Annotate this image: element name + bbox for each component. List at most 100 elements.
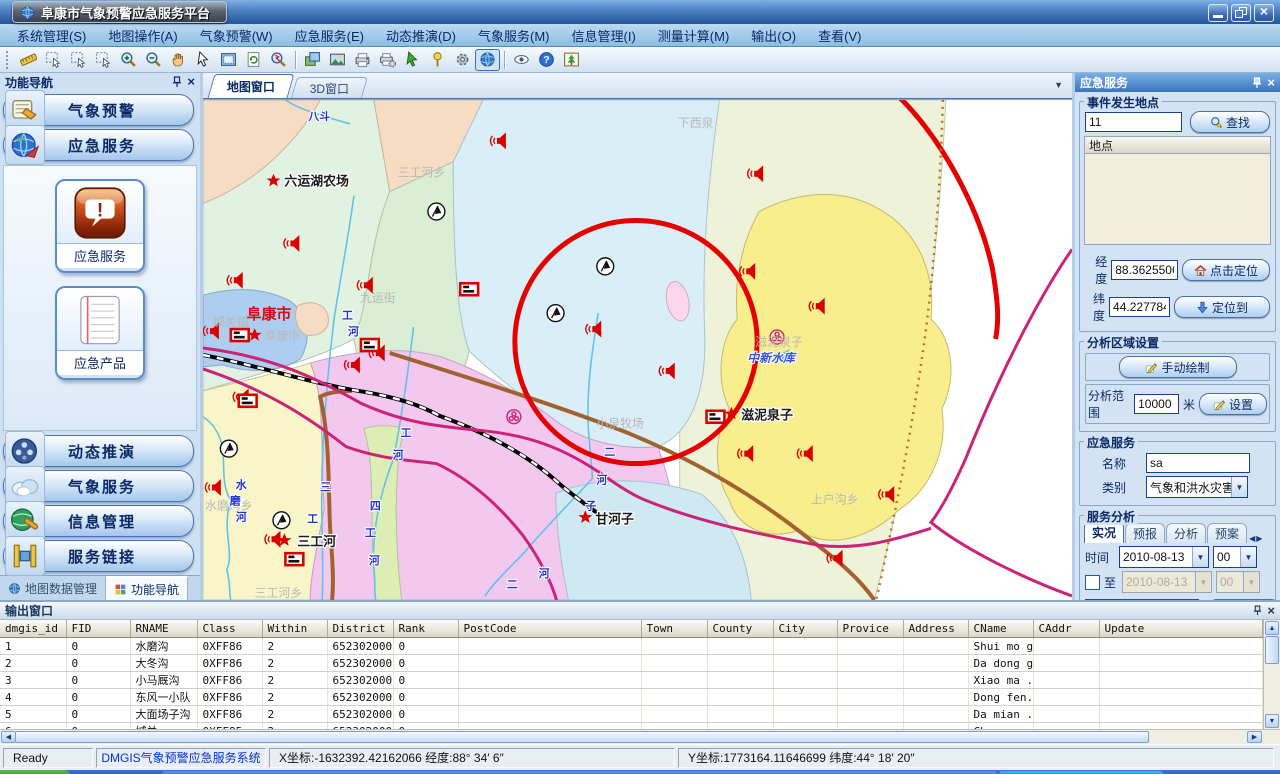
menu-item[interactable]: 气象服务(M) bbox=[467, 24, 561, 47]
help-tool[interactable] bbox=[534, 49, 559, 71]
station-marker[interactable] bbox=[428, 203, 445, 220]
minimize-button[interactable] bbox=[1208, 4, 1228, 22]
scrollbar-thumb[interactable] bbox=[15, 731, 1149, 743]
date-select[interactable]: 2010-08-13 ▼ bbox=[1119, 546, 1209, 568]
flag-marker[interactable] bbox=[285, 553, 303, 565]
table-row[interactable]: 20大冬沟0XFF8626523020000Da dong gou bbox=[0, 655, 1262, 672]
emergency-service-button[interactable]: 应急服务 bbox=[55, 179, 145, 273]
sidebar-item-weather-service[interactable]: 气象服务 bbox=[3, 470, 194, 502]
close-icon[interactable]: × bbox=[1267, 606, 1275, 616]
scroll-left-icon[interactable]: ◀ bbox=[1, 731, 16, 743]
pin-icon[interactable] bbox=[1252, 77, 1262, 89]
tab-分析[interactable]: 分析 bbox=[1166, 523, 1206, 543]
menu-item[interactable]: 查看(V) bbox=[807, 24, 872, 47]
table-row[interactable]: 40东风一小队0XFF8626523020000Dong fen... bbox=[0, 689, 1262, 706]
export-image-tool[interactable] bbox=[325, 49, 350, 71]
column-header-District[interactable]: District bbox=[327, 620, 393, 638]
close-icon[interactable]: × bbox=[1267, 78, 1275, 88]
element-listbox[interactable]: 降水空气温度 ▲ bbox=[1085, 599, 1199, 600]
sidebar-item-dynamic-deduction[interactable]: 动态推演 bbox=[3, 435, 194, 467]
search-button[interactable]: 查找 bbox=[1190, 111, 1270, 133]
column-header-FID[interactable]: FID bbox=[66, 620, 130, 638]
visibility-tool[interactable] bbox=[509, 49, 534, 71]
zoom-in-tool[interactable] bbox=[116, 49, 141, 71]
legend-tool[interactable] bbox=[559, 49, 584, 71]
chevron-down-icon[interactable]: ▼ bbox=[1240, 547, 1256, 567]
pin-icon[interactable] bbox=[1253, 605, 1262, 616]
column-header-RNAME[interactable]: RNAME bbox=[130, 620, 197, 638]
select-add-tool[interactable] bbox=[66, 49, 91, 71]
column-header-Update[interactable]: Update bbox=[1099, 620, 1262, 638]
full-extent-tool[interactable] bbox=[216, 49, 241, 71]
column-header-City[interactable]: City bbox=[773, 620, 837, 638]
tab-地图数据管理[interactable]: 地图数据管理 bbox=[0, 576, 106, 600]
select-tool[interactable] bbox=[41, 49, 66, 71]
location-list-header[interactable]: 地点 bbox=[1084, 136, 1271, 153]
identify-tool[interactable] bbox=[266, 49, 291, 71]
menu-item[interactable]: 信息管理(I) bbox=[561, 24, 647, 47]
longitude-field[interactable] bbox=[1111, 260, 1178, 280]
service-name-input[interactable] bbox=[1146, 453, 1250, 473]
layers-tool[interactable] bbox=[300, 49, 325, 71]
close-icon[interactable]: × bbox=[187, 77, 195, 87]
zoom-out-tool[interactable] bbox=[141, 49, 166, 71]
tab-3D窗口[interactable]: 3D窗口 bbox=[291, 77, 368, 98]
column-header-County[interactable]: County bbox=[707, 620, 773, 638]
tab-功能导航[interactable]: 功能导航 bbox=[106, 576, 188, 600]
globe-tool[interactable] bbox=[475, 49, 500, 71]
flag-marker[interactable] bbox=[460, 283, 478, 295]
tab-scroll-right-icon[interactable]: ▶ bbox=[1256, 534, 1262, 543]
scroll-down-icon[interactable]: ▼ bbox=[1265, 714, 1279, 728]
range-input[interactable] bbox=[1134, 394, 1179, 414]
flag-marker[interactable] bbox=[231, 329, 249, 341]
column-header-Class[interactable]: Class bbox=[197, 620, 262, 638]
service-type-select[interactable]: 气象和洪水灾害 ▼ bbox=[1146, 476, 1248, 498]
menu-item[interactable]: 测量计算(M) bbox=[647, 24, 741, 47]
tab-地图窗口[interactable]: 地图窗口 bbox=[208, 74, 295, 98]
close-button[interactable] bbox=[1254, 4, 1274, 22]
table-row[interactable]: 50大面场子沟0XFF8626523020000Da mian ... bbox=[0, 706, 1262, 723]
pointer-tool[interactable] bbox=[191, 49, 216, 71]
print-tool[interactable] bbox=[350, 49, 375, 71]
menu-item[interactable]: 系统管理(S) bbox=[6, 24, 97, 47]
print-setup-tool[interactable] bbox=[375, 49, 400, 71]
scroll-right-icon[interactable]: ▶ bbox=[1247, 731, 1262, 743]
column-header-Town[interactable]: Town bbox=[641, 620, 707, 638]
column-header-Within[interactable]: Within bbox=[262, 620, 327, 638]
tab-scroll-left-icon[interactable]: ◀ bbox=[1249, 534, 1255, 543]
analyze-button[interactable]: 分析 bbox=[1207, 599, 1280, 600]
manual-draw-button[interactable]: 手动绘制 bbox=[1119, 356, 1237, 378]
column-header-CAddr[interactable]: CAddr bbox=[1033, 620, 1099, 638]
column-header-Provice[interactable]: Provice bbox=[837, 620, 903, 638]
latitude-field[interactable] bbox=[1109, 297, 1170, 317]
sidebar-item-service-links[interactable]: 服务链接 bbox=[3, 540, 194, 572]
emergency-product-button[interactable]: 应急产品 bbox=[55, 286, 145, 380]
table-row[interactable]: 30小马厩沟0XFF8626523020000Xiao ma ... bbox=[0, 672, 1262, 689]
column-header-PostCode[interactable]: PostCode bbox=[458, 620, 641, 638]
column-header-Rank[interactable]: Rank bbox=[393, 620, 458, 638]
set-range-button[interactable]: 设置 bbox=[1199, 393, 1267, 415]
measure-tool[interactable] bbox=[16, 49, 41, 71]
sidebar-item-weather-warning[interactable]: 气象预警 bbox=[3, 94, 194, 126]
column-header-dmgis_id[interactable]: dmgis_id bbox=[0, 620, 66, 638]
sidebar-item-info-management[interactable]: 信息管理 bbox=[3, 505, 194, 537]
flag-marker[interactable] bbox=[361, 339, 379, 351]
menu-item[interactable]: 动态推演(D) bbox=[375, 24, 467, 47]
chevron-down-icon[interactable]: ▼ bbox=[1192, 547, 1208, 567]
table-horizontal-scrollbar[interactable]: ◀ ▶ bbox=[0, 729, 1280, 744]
column-header-CName[interactable]: CName bbox=[968, 620, 1033, 638]
station-marker[interactable] bbox=[273, 512, 290, 529]
refresh-tool[interactable] bbox=[241, 49, 266, 71]
table-vertical-scrollbar[interactable]: ▲ ▼ bbox=[1263, 620, 1280, 729]
to-checkbox[interactable] bbox=[1085, 575, 1100, 590]
location-list[interactable] bbox=[1084, 153, 1271, 245]
location-search-input[interactable] bbox=[1085, 112, 1182, 132]
column-header-Address[interactable]: Address bbox=[903, 620, 968, 638]
chevron-down-icon[interactable]: ▼ bbox=[1231, 477, 1247, 497]
start-button-fragment[interactable] bbox=[0, 770, 70, 774]
settings-tool[interactable] bbox=[450, 49, 475, 71]
feature-select-tool[interactable] bbox=[400, 49, 425, 71]
pin-icon[interactable] bbox=[172, 76, 182, 88]
click-locate-button[interactable]: 点击定位 bbox=[1182, 259, 1270, 281]
scroll-up-icon[interactable]: ▲ bbox=[1265, 621, 1279, 635]
